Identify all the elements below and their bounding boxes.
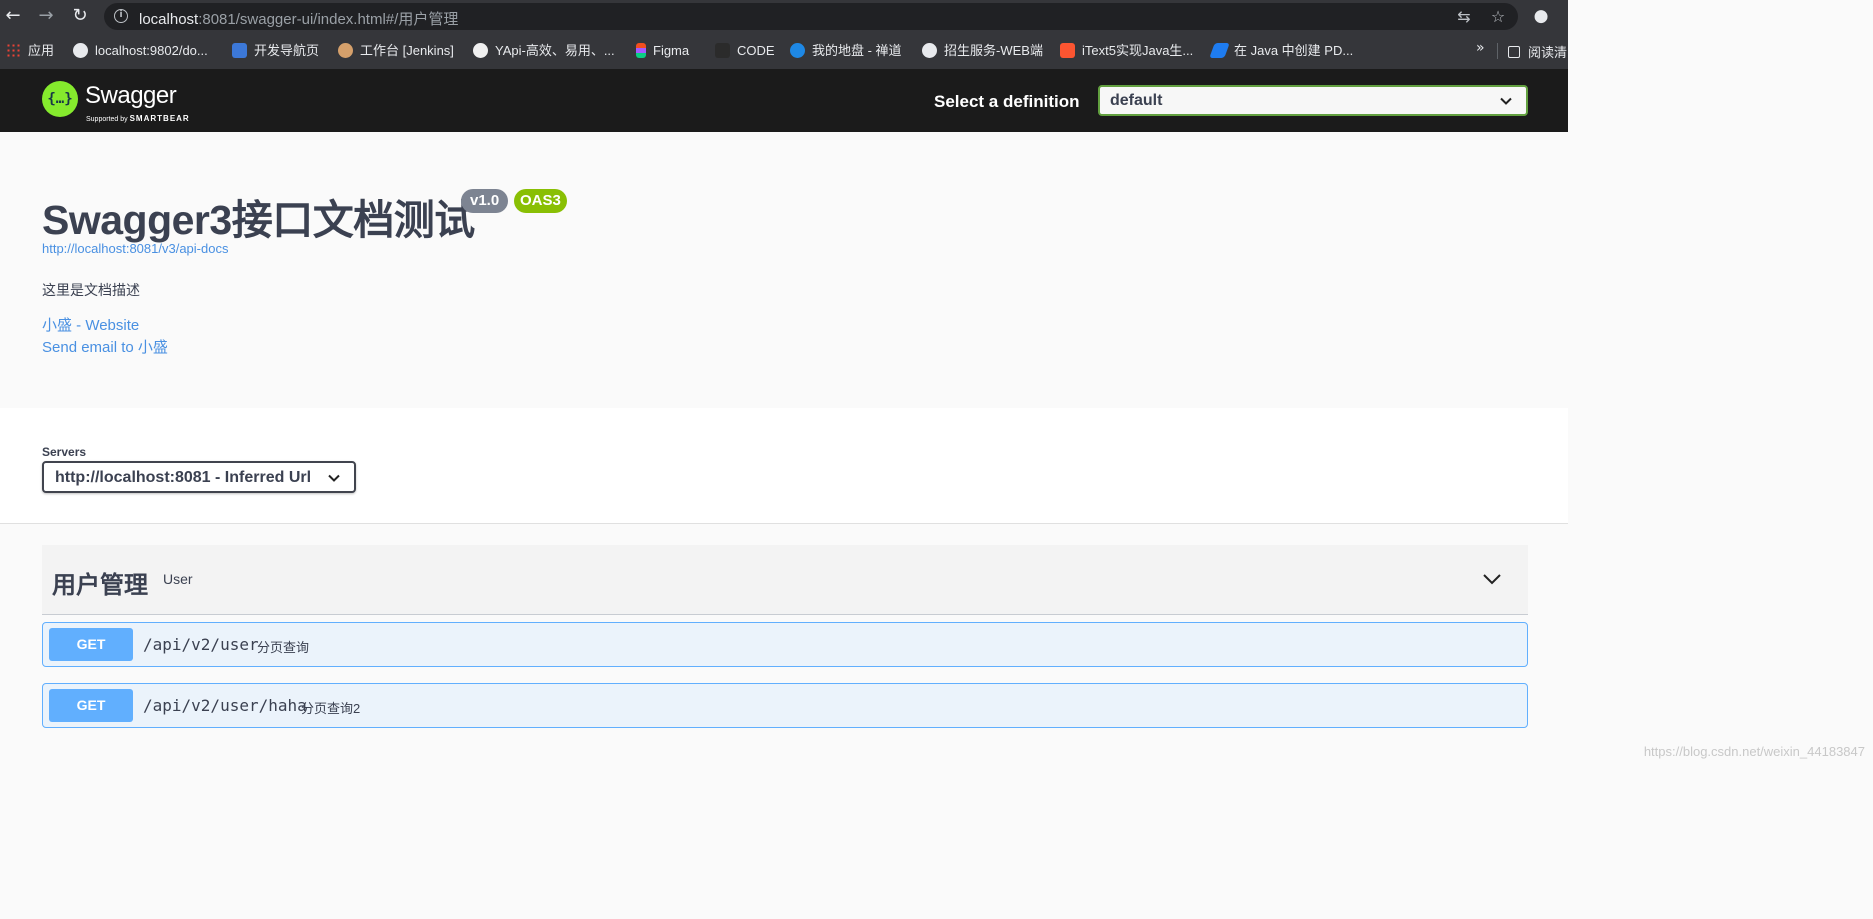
chevron-down-icon xyxy=(1500,97,1512,105)
chevron-down-icon[interactable] xyxy=(1482,571,1502,587)
forward-icon[interactable]: → xyxy=(35,5,57,27)
bookmark-dev-nav[interactable]: 开发导航页 xyxy=(232,42,319,60)
reading-list-button[interactable]: 阅读清 xyxy=(1508,42,1567,61)
operation-path[interactable]: /api/v2/user/haha xyxy=(143,696,307,715)
version-badge: v1.0 xyxy=(461,189,509,213)
csdn-icon xyxy=(1060,43,1075,58)
bookmark-zentao[interactable]: 我的地盘 - 禅道 xyxy=(790,42,902,60)
bookmarks-more-button[interactable]: » xyxy=(1476,40,1485,56)
yapi-icon xyxy=(473,43,488,58)
reload-icon[interactable]: ↻ xyxy=(69,5,91,27)
method-badge[interactable]: GET xyxy=(49,628,133,661)
browser-chrome: ← → ↻ i localhost:8081/swagger-ui/index.… xyxy=(0,0,1568,69)
definition-value: default xyxy=(1110,92,1163,109)
globe-icon xyxy=(922,43,937,58)
translate-icon[interactable]: ⇆ xyxy=(1454,7,1474,27)
servers-select[interactable]: http://localhost:8081 - Inferred Url xyxy=(42,461,356,493)
bookmark-itext[interactable]: iText5实现Java生... xyxy=(1060,42,1193,60)
figma-icon xyxy=(636,43,646,58)
apps-grid-icon xyxy=(6,43,21,58)
tag-section-header[interactable]: 用户管理 User xyxy=(42,545,1528,615)
spec-url-link[interactable]: http://localhost:8081/v3/api-docs xyxy=(42,241,228,256)
code-icon xyxy=(715,43,730,58)
star-icon[interactable]: ☆ xyxy=(1488,7,1508,27)
bookmarks-divider xyxy=(1497,43,1498,59)
swagger-logo-text[interactable]: Swagger xyxy=(85,82,177,110)
servers-value: http://localhost:8081 - Inferred Url xyxy=(55,469,312,486)
swagger-logo-subtitle: Supported by SMARTBEAR xyxy=(86,114,190,123)
operation-summary: 分页查询 xyxy=(257,640,310,655)
bookmark-java-pdf[interactable]: 在 Java 中创建 PD... xyxy=(1209,42,1353,60)
jenkins-icon xyxy=(338,43,353,58)
profile-icon[interactable]: ● xyxy=(1530,5,1552,27)
bookmark-web[interactable]: 招生服务-WEB端 xyxy=(922,42,1043,60)
zentao-icon xyxy=(790,43,805,58)
address-bar[interactable]: i localhost:8081/swagger-ui/index.html#/… xyxy=(104,3,1518,30)
tag-description: User xyxy=(163,571,193,587)
api-info: Swagger3接口文档测试 v1.0 OAS3 http://localhos… xyxy=(0,132,1568,408)
bookmark-code[interactable]: CODE xyxy=(715,42,775,60)
bookmark-yapi[interactable]: YApi-高效、易用、... xyxy=(473,42,615,60)
bookmarks-bar: 应用 localhost:9802/do... 开发导航页 工作台 [Jenki… xyxy=(0,33,1568,69)
oas-badge: OAS3 xyxy=(514,189,567,213)
tag-name[interactable]: 用户管理 xyxy=(52,565,148,600)
operation-row[interactable]: GET /api/v2/user/haha 分页查询2 xyxy=(42,683,1528,728)
email-link[interactable]: Send email to 小盛 xyxy=(42,336,168,357)
swagger-topbar: {…} Swagger Supported by SMARTBEAR Selec… xyxy=(0,69,1568,132)
servers-label: Servers xyxy=(42,445,87,459)
address-row: ← → ↻ i localhost:8081/swagger-ui/index.… xyxy=(0,0,1568,33)
swagger-logo-icon[interactable]: {…} xyxy=(42,81,78,117)
definition-select[interactable]: default xyxy=(1098,85,1528,116)
back-icon[interactable]: ← xyxy=(2,5,24,27)
operation-summary: 分页查询2 xyxy=(301,701,361,716)
url-text[interactable]: localhost:8081/swagger-ui/index.html#/用户… xyxy=(139,8,458,29)
globe-icon xyxy=(73,43,88,58)
website-link[interactable]: 小盛 - Website xyxy=(42,314,139,335)
operation-row[interactable]: GET /api/v2/user 分页查询 xyxy=(42,622,1528,667)
ibm-icon xyxy=(1209,43,1230,58)
watermark: https://blog.csdn.net/weixin_44183847 xyxy=(1643,744,1865,759)
bookmark-figma[interactable]: Figma xyxy=(636,42,689,60)
bookmark-jenkins[interactable]: 工作台 [Jenkins] xyxy=(338,42,454,60)
page-title: Swagger3接口文档测试 xyxy=(42,197,475,243)
operation-path[interactable]: /api/v2/user xyxy=(143,635,259,654)
site-info-icon[interactable]: i xyxy=(114,9,128,23)
servers-section: Servers http://localhost:8081 - Inferred… xyxy=(0,408,1568,524)
reading-list-icon xyxy=(1508,46,1520,58)
api-description: 这里是文档描述 xyxy=(42,282,140,298)
bookmark-apps[interactable]: 应用 xyxy=(6,42,54,60)
bookmark-localhost[interactable]: localhost:9802/do... xyxy=(73,42,208,60)
definition-label: Select a definition xyxy=(934,92,1080,111)
chevron-down-icon xyxy=(328,474,340,482)
nav-page-icon xyxy=(232,43,247,58)
method-badge[interactable]: GET xyxy=(49,689,133,722)
